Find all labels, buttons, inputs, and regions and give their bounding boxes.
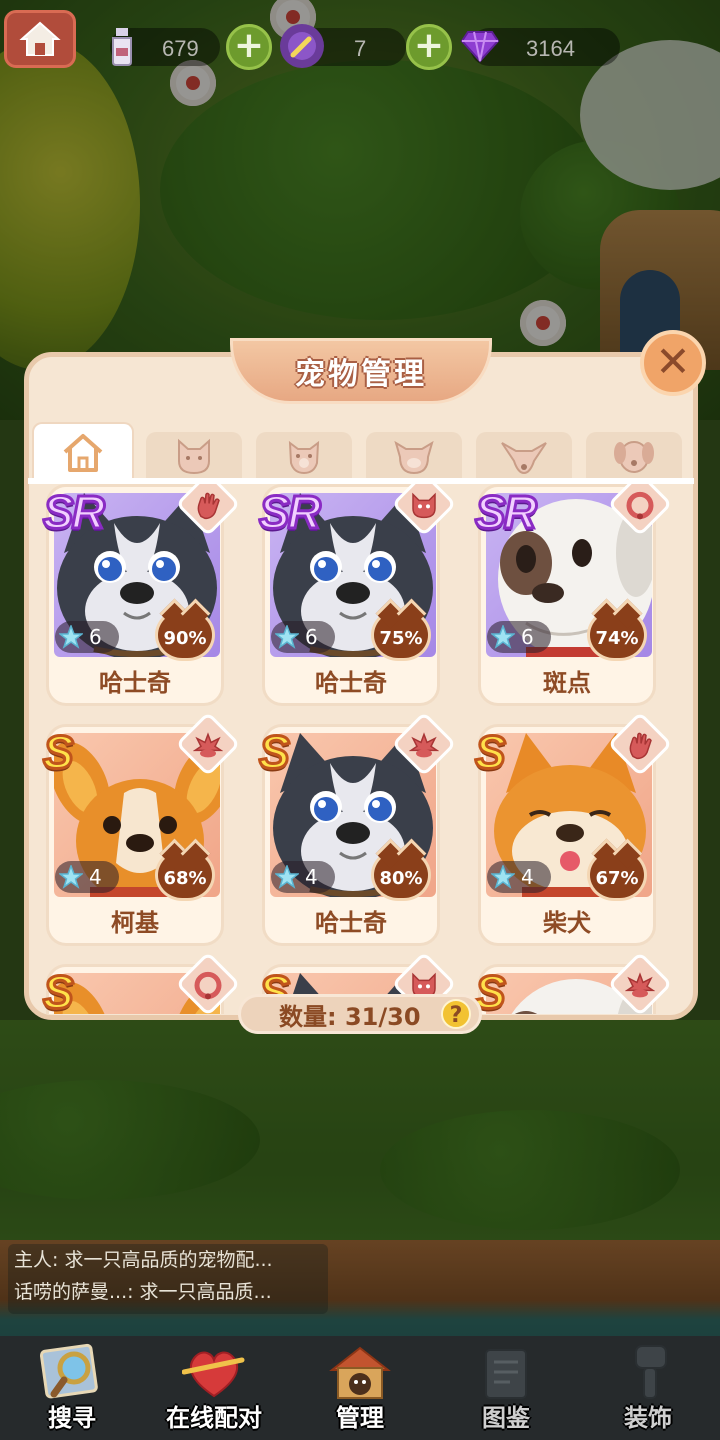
pet-name: 哈士奇 (99, 669, 171, 697)
nav-online-match[interactable]: 在线配对 (142, 1336, 286, 1440)
star-icon (491, 625, 515, 649)
dog-face-icon (288, 440, 320, 475)
pet-card[interactable]: S (474, 951, 673, 1014)
category-tabs (32, 422, 692, 480)
close-icon: ✕ (655, 337, 691, 386)
percent-badge: 67% (587, 849, 647, 901)
star-count: 4 (305, 865, 318, 889)
pet-card[interactable]: S 4 67% 柴犬 (474, 711, 673, 946)
star-icon (491, 865, 515, 889)
pig-face-icon (394, 440, 434, 475)
chat-message: 话唠的萨曼...: 求一只高品质... (14, 1281, 272, 1303)
pet-name: 柴犬 (543, 909, 591, 937)
nav-label: 管理 (336, 1404, 384, 1432)
star-count: 4 (521, 865, 534, 889)
home-icon (63, 434, 103, 472)
pet-name: 哈士奇 (315, 669, 387, 697)
tab-foxes[interactable] (476, 432, 572, 480)
star-count: 6 (89, 625, 102, 649)
nav-manage[interactable]: 管理 (288, 1336, 432, 1440)
nav-label: 在线配对 (166, 1404, 262, 1432)
pet-card[interactable]: SR 6 74% 斑点 (474, 484, 673, 706)
percent-badge: 75% (371, 609, 431, 661)
rarity-badge: S (42, 965, 76, 1015)
tab-puppies[interactable] (586, 432, 682, 480)
tab-pigs[interactable] (366, 432, 462, 480)
gem-count: 3164 (526, 36, 575, 61)
star-level: 6 (487, 621, 551, 653)
percent-badge: 68% (155, 849, 215, 901)
nav-label: 图鉴 (482, 1404, 530, 1432)
pet-card[interactable]: SR 6 90% 哈士奇 (42, 484, 241, 706)
pet-card[interactable]: SR 6 75% 哈士奇 (258, 484, 457, 706)
star-count: 4 (89, 865, 102, 889)
tab-cats[interactable] (146, 432, 242, 480)
pet-name: 柯基 (111, 909, 159, 937)
star-count: 6 (305, 625, 318, 649)
star-icon (59, 865, 83, 889)
rarity-badge: SR (258, 485, 323, 540)
rarity-badge: SR (474, 485, 539, 540)
star-level: 6 (55, 621, 119, 653)
puppy-face-icon (614, 441, 654, 473)
milk-bottle-icon (100, 24, 144, 68)
star-icon (59, 625, 83, 649)
book-icon (485, 1349, 527, 1399)
nav-search[interactable]: 搜寻 (0, 1336, 144, 1440)
pet-card[interactable]: S 4 68% 柯基 (42, 711, 241, 946)
pet-count-label: 数量: 31/30 (279, 1002, 421, 1031)
rarity-badge: SR (42, 485, 107, 540)
panel-title: 宠物管理 (295, 357, 427, 392)
fox-face-icon (501, 442, 547, 475)
pet-card[interactable]: S (42, 951, 241, 1015)
brush-icon (635, 1345, 667, 1399)
magic-wand-icon (280, 24, 324, 68)
star-level: 4 (271, 861, 335, 893)
nav-collection[interactable]: 图鉴 (434, 1336, 578, 1440)
home-icon (19, 21, 61, 56)
pet-count-bar: 数量: 31/30 ? (238, 994, 482, 1034)
tab-dogs[interactable] (256, 432, 352, 480)
wand-count: 7 (354, 36, 367, 61)
percent-badge: 90% (155, 609, 215, 661)
home-button[interactable] (4, 10, 76, 68)
percent-badge: 80% (371, 849, 431, 901)
star-icon (275, 625, 299, 649)
percent-badge: 74% (587, 609, 647, 661)
help-button[interactable]: ? (441, 999, 471, 1029)
star-level: 6 (271, 621, 335, 653)
star-level: 4 (487, 861, 551, 893)
bottom-nav: 搜寻 在线配对 管理 图鉴 装饰 (0, 1336, 720, 1440)
magnifier-icon (40, 1343, 98, 1399)
add-wand-button[interactable]: + (406, 24, 452, 70)
star-count: 6 (521, 625, 534, 649)
rarity-badge: S (258, 725, 292, 780)
pet-name: 斑点 (543, 669, 591, 697)
panel-title-banner: 宠物管理 (230, 338, 492, 404)
star-icon (275, 865, 299, 889)
star-level: 4 (55, 861, 119, 893)
heart-arrow-icon (182, 1351, 245, 1398)
tab-all[interactable] (32, 422, 134, 480)
add-milk-button[interactable]: + (226, 24, 272, 70)
nav-decorate[interactable]: 装饰 (576, 1336, 720, 1440)
pet-house-icon (329, 1346, 391, 1399)
gem-icon (458, 24, 502, 68)
chat-message: 主人: 求一只高品质的宠物配... (14, 1249, 273, 1271)
milk-count: 679 (162, 36, 199, 61)
nav-label: 搜寻 (48, 1404, 96, 1432)
pet-card[interactable]: S 4 80% 哈士奇 (258, 711, 457, 946)
pet-name: 哈士奇 (315, 909, 387, 937)
rarity-badge: S (474, 725, 508, 780)
pet-grid: SR 6 90% 哈士奇 SR 6 75% 哈士奇 SR 6 74% 斑点 S 4 68% 柯基 S 4 80% 哈士… (30, 484, 690, 1014)
chat-feed[interactable]: 主人: 求一只高品质的宠物配... 话唠的萨曼...: 求一只高品质... (8, 1244, 328, 1314)
cat-face-icon (178, 438, 210, 475)
nav-label: 装饰 (624, 1404, 672, 1432)
close-button[interactable]: ✕ (640, 330, 706, 396)
rarity-badge: S (42, 725, 76, 780)
